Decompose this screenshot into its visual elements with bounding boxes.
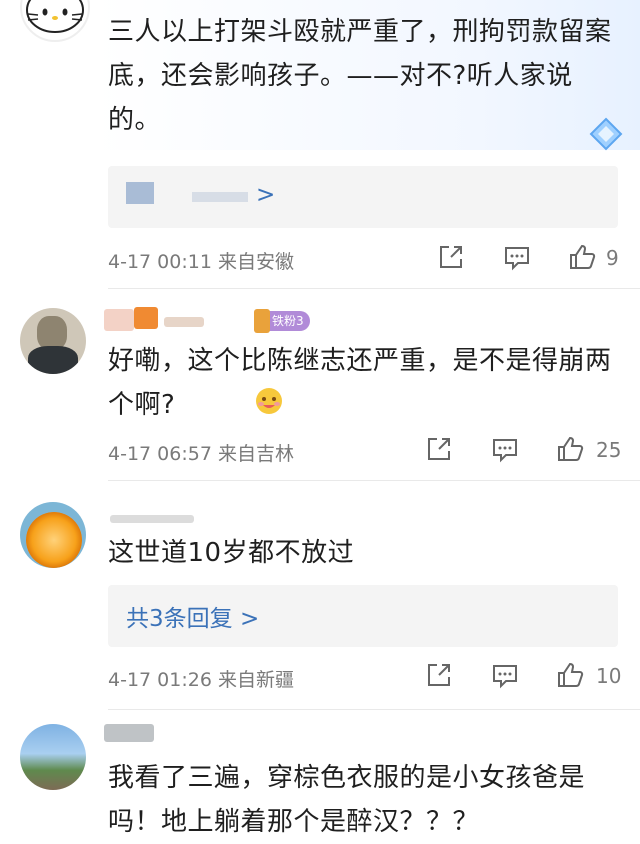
comment-meta: 4-17 06:57 来自吉林 (108, 443, 294, 465)
blurred-username (164, 317, 204, 327)
avatar-orange (26, 512, 82, 568)
share-icon (428, 438, 450, 460)
thumbs-up-icon (570, 244, 596, 269)
blurred-username (110, 515, 194, 523)
comment-text: 我看了三遍，穿棕色衣服的是小女孩爸是吗！地上躺着那个是醉汉？？？ (108, 763, 586, 837)
avatar[interactable] (20, 308, 86, 374)
reply-preview[interactable]: 共3条回复 > (108, 585, 618, 647)
diamond-badge-icon (588, 116, 624, 152)
fan-badge-icon (254, 309, 270, 333)
share-button[interactable] (426, 436, 452, 466)
blurred-username (134, 307, 158, 329)
comment-icon (493, 439, 517, 463)
divider (108, 480, 640, 481)
avatar[interactable] (20, 724, 86, 790)
comment-meta: 4-17 00:11 来自安徽 (108, 251, 294, 273)
divider (108, 709, 640, 710)
like-button[interactable] (556, 661, 584, 693)
like-count: 10 (596, 664, 622, 688)
comment-text: 三人以上打架斗殴就严重了，刑拘罚款留案底，还会影响孩子。——对不?听人家说的。 (108, 17, 612, 135)
comment-button[interactable] (492, 663, 518, 693)
like-button[interactable] (556, 435, 584, 467)
share-button[interactable] (438, 244, 464, 274)
comment-meta: 4-17 01:26 来自新疆 (108, 669, 294, 691)
blurred-username (104, 724, 154, 742)
comment-icon (493, 665, 517, 689)
comment-button[interactable] (492, 437, 518, 467)
blurred-username (126, 182, 154, 204)
like-count: 25 (596, 438, 622, 462)
emoji-face-icon (254, 386, 284, 416)
comment-text: 这世道10岁都不放过 (108, 538, 355, 568)
comment-button[interactable] (504, 245, 530, 275)
avatar[interactable] (20, 502, 86, 568)
thumbs-up-icon (558, 436, 584, 461)
divider (108, 288, 640, 289)
reply-arrow: > (256, 182, 276, 208)
blurred-username (104, 309, 134, 331)
share-button[interactable] (426, 662, 452, 692)
like-count: 9 (606, 246, 619, 270)
comment-icon (505, 247, 529, 271)
blurred-text (192, 192, 248, 202)
thumbs-up-icon (558, 662, 584, 687)
reply-preview[interactable]: > (108, 166, 618, 228)
comment-text: 好嘞，这个比陈继志还严重，是不是得崩两个啊? (108, 346, 612, 420)
avatar-figure-body (28, 346, 78, 374)
hello-kitty-avatar-icon (26, 0, 84, 33)
reply-count-link: 共3条回复 > (126, 606, 260, 632)
share-icon (440, 246, 462, 268)
avatar-figure (37, 316, 67, 350)
like-button[interactable] (568, 243, 596, 275)
avatar-hello-kitty[interactable] (20, 0, 90, 42)
share-icon (428, 664, 450, 686)
